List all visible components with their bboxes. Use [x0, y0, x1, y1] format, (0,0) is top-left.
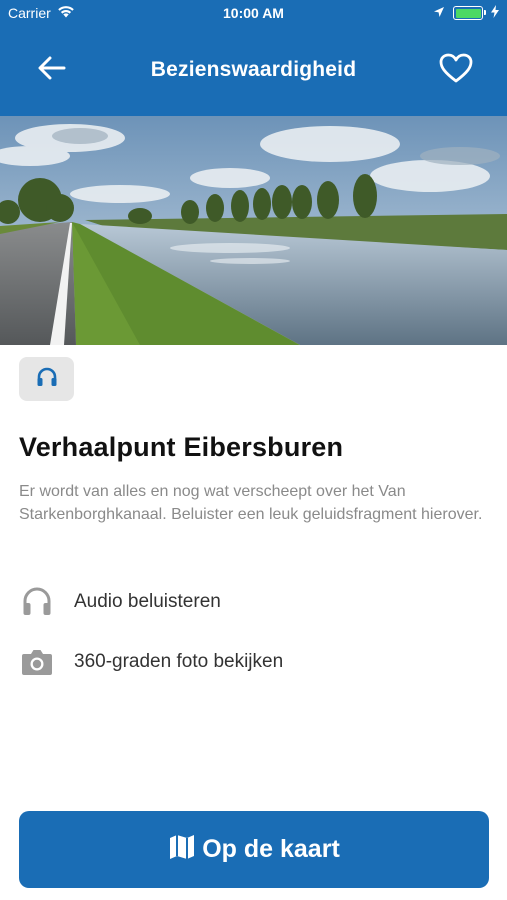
battery-level [455, 8, 481, 18]
status-right [433, 5, 499, 21]
app-header: Carrier 10:00 AM Bezienswaardigheid [0, 0, 507, 116]
show-on-map-button[interactable]: Op de kaart [19, 811, 489, 888]
map-icon [168, 833, 196, 866]
headphones-icon [19, 584, 55, 620]
charging-bolt-icon [491, 5, 499, 21]
status-time: 10:00 AM [223, 5, 284, 21]
poi-description: Er wordt van alles en nog wat verscheept… [19, 483, 483, 523]
favorite-button[interactable] [436, 50, 476, 90]
page-title: Bezienswaardigheid [150, 58, 357, 81]
heart-outline-icon [439, 53, 473, 88]
battery-icon [453, 6, 486, 20]
show-on-map-label: Op de kaart [202, 835, 340, 863]
status-bar: Carrier 10:00 AM [0, 0, 507, 28]
headphones-icon [36, 367, 58, 392]
location-arrow-icon [433, 5, 445, 21]
listen-audio-label: Audio beluisteren [74, 591, 221, 612]
audio-badge[interactable] [19, 357, 74, 401]
hero-photo [0, 116, 507, 345]
camera-icon [19, 644, 55, 680]
view-360-photo-row[interactable]: 360-graden foto bekijken [19, 642, 489, 682]
poi-title: Verhaalpunt Eibersburen [19, 432, 344, 462]
listen-audio-row[interactable]: Audio beluisteren [19, 582, 489, 622]
navigation-bar: Bezienswaardigheid [0, 36, 507, 106]
view-360-photo-label: 360-graden foto bekijken [74, 651, 284, 672]
